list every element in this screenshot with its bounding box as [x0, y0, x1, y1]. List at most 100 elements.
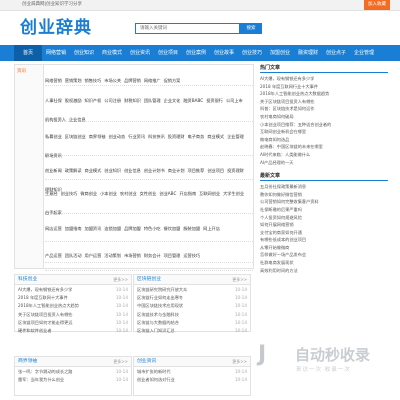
- panel-item[interactable]: 雷军：当年我为什么创业 10-14: [18, 376, 128, 384]
- panel-item-title[interactable]: 城市扩张的新时代: [137, 369, 171, 374]
- category-link[interactable]: 市场公关: [104, 78, 121, 84]
- nav-item[interactable]: 创业点子: [322, 45, 350, 61]
- panel-item-title[interactable]: 区块链行业如何走出寒冬: [137, 295, 183, 300]
- panel-more-link[interactable]: 更多>>: [232, 357, 247, 366]
- category-link[interactable]: 生意经: [45, 191, 58, 197]
- category-link[interactable]: 微商创业: [80, 191, 97, 197]
- category-link[interactable]: 投资理财: [227, 168, 244, 174]
- category-link[interactable]: 财务会计: [144, 253, 161, 259]
- category-link[interactable]: 用户运营: [85, 253, 102, 259]
- category-link[interactable]: 小本创业: [100, 191, 117, 197]
- category-link[interactable]: 创业知识: [104, 168, 121, 174]
- panel-item-title[interactable]: 关于区块链项目投资人有哪些: [18, 312, 72, 317]
- category-link[interactable]: 品牌加盟: [124, 226, 141, 232]
- hot-item[interactable]: AI大爆，现有钢铁还有多少学: [260, 75, 388, 83]
- new-item[interactable]: 个人投资如何规避风险: [260, 214, 388, 222]
- category-link[interactable]: 开店指南: [179, 191, 196, 197]
- new-item[interactable]: 教你如何做好微信营销: [260, 191, 388, 199]
- new-item[interactable]: 有哪些低成本的创业项目: [260, 236, 388, 244]
- hot-item[interactable]: 小本创业项目推荐：五种适合创业者的: [260, 121, 388, 129]
- new-item[interactable]: 社保断缴的后果严重吗: [260, 206, 388, 214]
- search-input[interactable]: [135, 23, 240, 34]
- nav-item[interactable]: 加盟创业: [266, 45, 294, 61]
- panel-item-title[interactable]: AI大爆，现有钢铁还有多少学: [18, 287, 72, 292]
- category-link[interactable]: 大学生创业: [223, 191, 244, 197]
- nav-item[interactable]: 创业资讯: [126, 45, 154, 61]
- panel-more-link[interactable]: 更多>>: [232, 275, 247, 284]
- panel-item-title[interactable]: 区块链入门知识汇总: [137, 328, 175, 333]
- panel-item-title[interactable]: 2018年人工智能创业热点大趋势: [18, 303, 79, 308]
- panel-item[interactable]: 硬件和软件创业者 10-14: [18, 327, 128, 335]
- new-item[interactable]: 怎样做好一场产品发布会: [260, 251, 388, 259]
- nav-item[interactable]: 创业项目: [154, 45, 182, 61]
- category-link[interactable]: 财税知识: [124, 98, 141, 104]
- panel-item[interactable]: 2018年人工智能创业热点大趋势 10-14: [18, 302, 128, 310]
- category-link[interactable]: 公司上市: [226, 98, 243, 104]
- panel-item-title[interactable]: 区块链项目如何才能走得更远: [18, 320, 72, 325]
- category-link[interactable]: 商业模式: [85, 168, 102, 174]
- category-link[interactable]: 女性创业: [140, 191, 157, 197]
- new-item[interactable]: 高效利用时间的方法: [260, 267, 388, 275]
- category-link[interactable]: 创业技巧: [61, 191, 78, 197]
- panel-item[interactable]: 区块链项目如何才能走得更远 10-14: [18, 319, 128, 327]
- nav-item[interactable]: 商业模式: [98, 45, 126, 61]
- hot-item[interactable]: AI产品经理的一天: [260, 159, 388, 167]
- panel-item-title[interactable]: 中国区块链技术应用现状: [137, 303, 183, 308]
- panel-item-title[interactable]: 雷军：当年我为什么创业: [18, 377, 64, 382]
- category-link[interactable]: 活动策划: [104, 253, 121, 259]
- category-link[interactable]: 公司注册: [104, 98, 121, 104]
- panel-item-title[interactable]: 区块链技术与金融科技: [137, 312, 179, 317]
- new-item[interactable]: 支付宝的商家如何开通: [260, 229, 388, 237]
- nav-item[interactable]: 网络营销: [42, 45, 70, 61]
- hot-item[interactable]: AI时代来临：人类能做什么: [260, 151, 388, 159]
- panel-more-link[interactable]: 更多>>: [113, 357, 128, 366]
- category-link[interactable]: 农村创业: [120, 191, 137, 197]
- category-link[interactable]: 项目推荐: [188, 168, 205, 174]
- category-link[interactable]: 产品运营: [45, 253, 62, 259]
- category-link[interactable]: 创业ABC: [159, 191, 176, 197]
- category-link[interactable]: 餐饮加盟: [164, 226, 181, 232]
- category-link[interactable]: 商业计划: [168, 168, 185, 174]
- category-link[interactable]: 投资银行: [206, 98, 223, 104]
- category-link[interactable]: 创业动态: [108, 134, 125, 140]
- category-link[interactable]: 团队活动: [65, 253, 82, 259]
- category-link[interactable]: 运营技巧: [183, 253, 200, 259]
- category-link[interactable]: 私募创业: [45, 134, 62, 140]
- category-link[interactable]: 知识产权: [85, 98, 102, 104]
- panel-item-title[interactable]: 2018 年度互联网十大事件: [18, 295, 68, 300]
- hot-item[interactable]: 互联网创业新机会在哪里: [260, 128, 388, 136]
- panel-item[interactable]: 关于区块链项目投资人有哪些 10-14: [18, 311, 128, 319]
- category-link[interactable]: 股权激励: [65, 98, 82, 104]
- panel-item[interactable]: 创业者如何选对行业 10-14: [137, 376, 247, 384]
- site-logo[interactable]: 创业辞典: [20, 13, 92, 38]
- category-link[interactable]: 科技快讯: [148, 134, 165, 140]
- category-link[interactable]: 特色小吃: [144, 226, 161, 232]
- panel-item-title[interactable]: 硬件和软件创业者: [18, 328, 52, 333]
- category-link[interactable]: 创业信息: [124, 168, 141, 174]
- search-button[interactable]: 搜索: [240, 23, 262, 34]
- panel-more-link[interactable]: 更多>>: [113, 275, 128, 284]
- category-link[interactable]: 市场营销: [124, 253, 141, 259]
- category-link[interactable]: 销售技巧: [85, 78, 102, 84]
- new-item[interactable]: 如何开展网络营销: [260, 221, 388, 229]
- category-link[interactable]: 项目管理: [164, 253, 181, 259]
- hot-item[interactable]: 关于区块链项目投资人有哪些: [260, 98, 388, 106]
- hot-item[interactable]: 2018年人工智能创业热点大数据趋势: [260, 90, 388, 98]
- nav-item[interactable]: 创业技巧: [238, 45, 266, 61]
- nav-item[interactable]: 企业管理: [350, 45, 378, 61]
- panel-item[interactable]: 城市扩张的新时代 10-14: [137, 368, 247, 376]
- category-link[interactable]: 网络营销: [45, 78, 62, 84]
- nav-item[interactable]: 创业知识: [70, 45, 98, 61]
- category-link[interactable]: 网上开店: [203, 226, 220, 232]
- category-link[interactable]: 创业计划书: [144, 168, 165, 174]
- panel-item[interactable]: 张一鸣：字节跳动的成长之路 10-14: [18, 368, 128, 376]
- category-link[interactable]: 政策解读: [65, 168, 82, 174]
- category-link[interactable]: 加盟指南: [65, 226, 82, 232]
- category-link[interactable]: 加盟资讯: [85, 226, 102, 232]
- category-link[interactable]: 人事社保: [45, 98, 62, 104]
- category-link[interactable]: 行业资讯: [128, 134, 145, 140]
- category-link[interactable]: 企业管理: [227, 134, 244, 140]
- category-link[interactable]: 服装加盟: [183, 226, 200, 232]
- new-item[interactable]: 从零开始做微商: [260, 244, 388, 252]
- nav-item[interactable]: 融资理财: [294, 45, 322, 61]
